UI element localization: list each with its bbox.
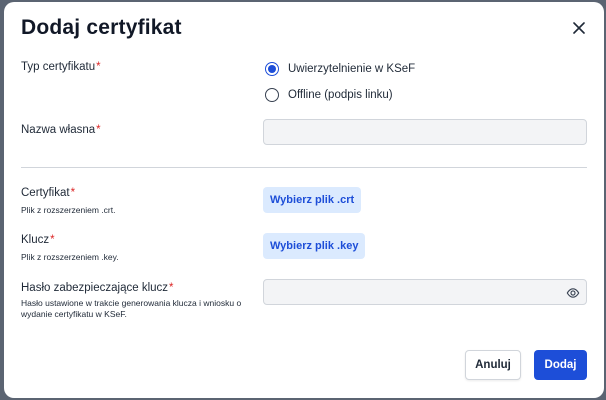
required-mark: * [96,61,101,73]
key-hint: Plik z rozszerzeniem .key. [21,252,119,262]
key-password-hint: Hasło ustawione w trakcie generowania kl… [21,298,242,319]
certificate-label: Certyfikat* [21,187,75,199]
radio-label-ksef-auth: Uwierzytelnienie w KSeF [288,63,416,75]
certificate-hint: Plik z rozszerzeniem .crt. [21,205,116,215]
add-certificate-dialog: Dodaj certyfikat Typ certyfikatu* Uwierz… [4,2,604,398]
cert-type-label-text: Typ certyfikatu [21,61,96,73]
key-password-input[interactable] [263,279,587,305]
radio-button-checked[interactable] [265,62,279,76]
custom-name-label-text: Nazwa własna [21,124,96,136]
choose-crt-file-button[interactable]: Wybierz plik .crt [263,187,362,213]
section-divider [21,167,587,168]
radio-button-unchecked[interactable] [265,88,279,102]
close-icon [573,22,585,34]
required-mark: * [50,234,55,246]
custom-name-label: Nazwa własna* [21,124,101,136]
radio-option-ksef-auth[interactable]: Uwierzytelnienie w KSeF [265,62,415,76]
close-button[interactable] [570,19,588,37]
key-label: Klucz* [21,234,55,246]
radio-option-offline[interactable]: Offline (podpis linku) [265,88,393,102]
cert-type-label: Typ certyfikatu* [21,61,101,73]
key-label-text: Klucz [21,234,50,246]
dialog-title: Dodaj certyfikat [21,16,182,39]
certificate-label-text: Certyfikat [21,187,70,199]
radio-label-offline: Offline (podpis linku) [288,89,393,101]
key-password-label: Hasło zabezpieczające klucz* [21,282,174,294]
required-mark: * [70,187,76,199]
add-button[interactable]: Dodaj [534,350,587,380]
eye-icon[interactable] [566,286,580,300]
required-mark: * [169,282,174,294]
key-password-label-text: Hasło zabezpieczające klucz [21,282,169,294]
required-mark: * [96,124,101,136]
custom-name-input[interactable] [263,119,587,145]
choose-key-file-button[interactable]: Wybierz plik .key [263,233,366,259]
cancel-button[interactable]: Anuluj [465,350,521,380]
